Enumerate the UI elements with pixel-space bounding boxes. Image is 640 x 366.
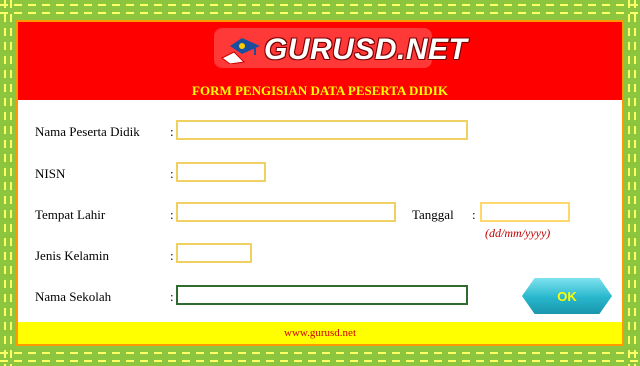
label-jenis-kelamin: Jenis Kelamin	[35, 248, 110, 263]
colon-tempat-lahir: :	[170, 207, 174, 222]
border-dash-left-outer	[4, 0, 6, 366]
label-nama-sekolah: Nama Sekolah	[35, 289, 112, 304]
form-title: FORM PENGISIAN DATA PESERTA DIDIK	[192, 83, 448, 98]
nama-sekolah-input[interactable]	[176, 285, 468, 305]
colon-jenis-kelamin: :	[170, 248, 174, 263]
colon-nama-sekolah: :	[170, 289, 174, 304]
border-dash-bottom-inner	[0, 352, 640, 354]
label-nisn: NISN	[35, 166, 66, 181]
label-tempat-lahir: Tempat Lahir	[35, 207, 106, 222]
tanggal-input[interactable]	[480, 202, 570, 222]
border-dash-left-inner	[10, 0, 12, 366]
border-dash-top-inner	[0, 12, 640, 14]
label-tanggal: Tanggal	[412, 207, 454, 222]
colon-tanggal: :	[472, 207, 476, 222]
gurusd-logo-icon	[221, 38, 260, 64]
form-header: GURUSD.NET FORM PENGISIAN DATA PESERTA D…	[18, 22, 622, 100]
student-data-form: GURUSD.NET FORM PENGISIAN DATA PESERTA D…	[16, 20, 624, 346]
date-format-hint: (dd/mm/yyyy)	[485, 226, 551, 240]
label-nama-peserta-didik: Nama Peserta Didik	[35, 124, 140, 139]
border-dash-right-inner	[628, 0, 630, 366]
logo-text: GURUSD.NET	[264, 33, 468, 66]
nisn-input[interactable]	[176, 162, 266, 182]
footer-website-text: www.gurusd.net	[284, 327, 356, 339]
colon-nama-peserta-didik: :	[170, 124, 174, 139]
tempat-lahir-input[interactable]	[176, 202, 396, 222]
border-dash-top-outer	[0, 4, 640, 6]
nama-peserta-didik-input[interactable]	[176, 120, 468, 140]
ok-button[interactable]: OK	[522, 278, 612, 314]
border-dash-right-outer	[634, 0, 636, 366]
form-footer: www.gurusd.net	[18, 322, 622, 344]
jenis-kelamin-input[interactable]	[176, 243, 252, 263]
border-dash-bottom-outer	[0, 360, 640, 362]
colon-nisn: :	[170, 166, 174, 181]
